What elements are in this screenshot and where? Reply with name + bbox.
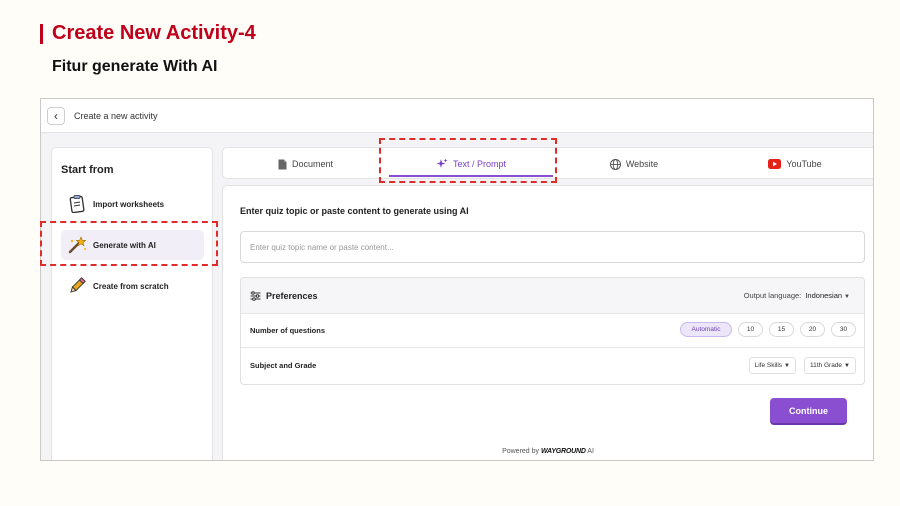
brand-suffix: AI	[587, 448, 594, 455]
sidebar-item-label: Create from scratch	[93, 281, 169, 291]
start-from-panel: Start from Import worksheets Generate wi…	[51, 147, 213, 460]
grade-select[interactable]: 11th Grade ▼	[804, 357, 856, 374]
output-language-label: Output language:	[743, 291, 802, 300]
tab-label: Document	[291, 159, 334, 169]
option-15[interactable]: 15	[769, 322, 794, 337]
active-tab-underline	[389, 175, 553, 177]
caret-down-icon: ▼	[784, 362, 790, 369]
tab-text-prompt[interactable]: Text / Prompt	[389, 148, 553, 180]
option-20[interactable]: 20	[800, 322, 825, 337]
powered-by-text: Powered by	[502, 448, 540, 455]
tab-label: Website	[625, 159, 659, 169]
question-count-options: Automatic 10 15 20 30	[674, 322, 856, 337]
sidebar-item-import-worksheets[interactable]: Import worksheets	[61, 189, 204, 219]
sliders-icon	[250, 290, 261, 301]
youtube-icon	[768, 159, 782, 169]
caret-down-icon: ▼	[844, 362, 850, 369]
tab-website[interactable]: Website	[553, 148, 715, 180]
prompt-panel: Enter quiz topic or paste content to gen…	[222, 185, 873, 460]
slide-title: Create New Activity-4	[40, 22, 256, 45]
page-title: Create a new activity	[74, 110, 158, 121]
grade-value: 11th Grade	[810, 362, 843, 369]
slide-title-text: Create New Activity-4	[52, 22, 256, 44]
sidebar-item-create-from-scratch[interactable]: Create from scratch	[61, 271, 204, 301]
sidebar-item-label: Import worksheets	[93, 199, 165, 209]
subject-value: Life Skills	[754, 362, 783, 369]
caret-down-icon: ▼	[844, 294, 850, 300]
preferences-header: Preferences Output language: Indonesian ▼	[241, 278, 864, 314]
sidebar-item-generate-with-ai[interactable]: Generate with AI	[61, 230, 204, 260]
tab-label: YouTube	[786, 159, 822, 169]
chevron-left-icon: ‹	[54, 108, 58, 123]
title-accent-bar	[40, 23, 43, 44]
slide-subtitle: Fitur generate With AI	[52, 58, 218, 75]
powered-by-footer: Powered by WAYGROUND AI	[223, 448, 873, 455]
preferences-title: Preferences	[266, 290, 318, 301]
document-icon	[278, 159, 287, 170]
subject-grade-selects: Life Skills ▼ 11th Grade ▼	[741, 357, 856, 374]
back-button[interactable]: ‹	[47, 106, 65, 125]
start-from-title: Start from	[61, 164, 114, 176]
prompt-label: Enter quiz topic or paste content to gen…	[240, 206, 469, 216]
preferences-panel: Preferences Output language: Indonesian ▼…	[240, 277, 865, 385]
output-language-select[interactable]: Output language: Indonesian ▼	[744, 291, 850, 300]
top-bar: ‹ Create a new activity	[41, 99, 873, 133]
number-of-questions-label: Number of questions	[250, 326, 326, 335]
brand-logo: WAYGROUND	[540, 448, 586, 455]
app-screenshot: ‹ Create a new activity Start from Impor…	[40, 98, 874, 461]
globe-icon	[609, 158, 621, 170]
magic-wand-icon	[67, 235, 87, 255]
subject-grade-label: Subject and Grade	[250, 360, 317, 370]
pencil-icon	[67, 276, 87, 296]
subject-grade-row: Subject and Grade Life Skills ▼ 11th Grad…	[241, 348, 864, 382]
quiz-topic-input[interactable]: Enter quiz topic name or paste content..…	[240, 231, 865, 263]
option-10[interactable]: 10	[738, 322, 763, 337]
sidebar-item-label: Generate with AI	[93, 240, 156, 250]
tab-label: Text / Prompt	[452, 159, 506, 169]
tab-youtube[interactable]: YouTube	[715, 148, 873, 180]
option-30[interactable]: 30	[831, 322, 856, 337]
option-automatic[interactable]: Automatic	[680, 322, 732, 337]
subject-select[interactable]: Life Skills ▼	[748, 357, 796, 374]
clipboard-icon	[67, 194, 87, 214]
continue-button[interactable]: Continue	[770, 398, 847, 423]
number-of-questions-row: Number of questions Automatic 10 15 20 3…	[241, 314, 864, 348]
tab-document[interactable]: Document	[223, 148, 388, 180]
source-tabs: Document Text / Prompt Website YouTube	[222, 147, 873, 180]
output-language-value: Indonesian	[805, 291, 843, 300]
sparkle-icon	[436, 158, 448, 170]
